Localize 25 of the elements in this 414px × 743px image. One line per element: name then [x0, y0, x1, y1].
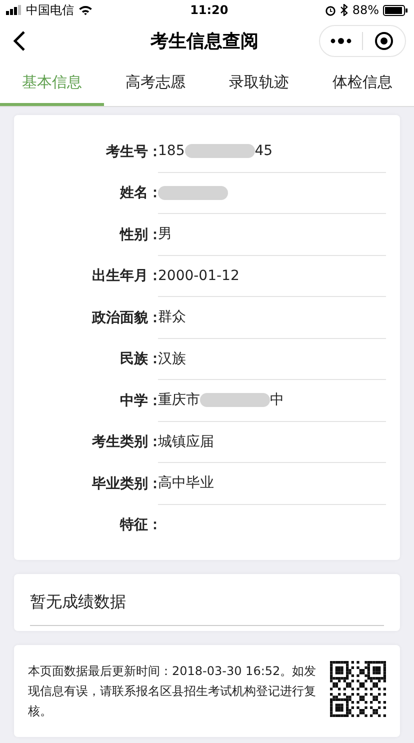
alarm-icon	[325, 4, 336, 16]
redaction-blur	[184, 144, 255, 158]
qr-code-drawing	[330, 661, 386, 717]
carrier-name: 中国电信	[26, 2, 74, 18]
signal-icon	[6, 5, 22, 15]
tab[interactable]: 录取轨迹	[207, 62, 310, 106]
empty-scores-message: 暂无成绩数据	[30, 592, 384, 626]
field-value: 185	[158, 143, 185, 160]
bluetooth-icon	[340, 4, 348, 16]
field-value: 45	[254, 143, 273, 160]
redaction-blur	[200, 393, 270, 408]
field-label: 姓名：	[118, 184, 162, 202]
redaction-blur	[158, 186, 228, 200]
field-value: 中	[270, 391, 284, 410]
tab[interactable]: 体检信息	[310, 62, 414, 106]
tab[interactable]: 高考志愿	[104, 62, 207, 106]
battery-percent: 88%	[352, 3, 379, 17]
field-label: 特征：	[118, 516, 162, 534]
battery-icon	[383, 4, 408, 16]
more-dots-icon	[330, 38, 352, 44]
wifi-icon	[78, 4, 93, 16]
page-title: 考生信息查阅	[149, 30, 260, 53]
clock-time: 11:20	[190, 3, 228, 17]
target-circle-icon	[374, 31, 394, 51]
update-note: 本页面数据最后更新时间：2018-03-30 16:52。如发现信息有误，请联系报名区县招生考试机构登记进行复核。	[28, 663, 318, 720]
